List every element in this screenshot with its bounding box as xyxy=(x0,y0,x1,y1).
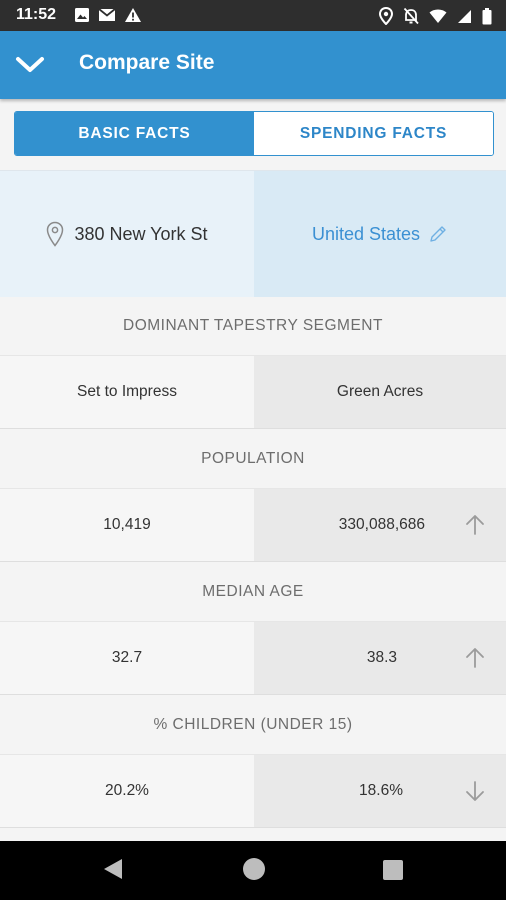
left-value: 20.2% xyxy=(0,755,254,827)
arrow-down-icon xyxy=(466,781,484,801)
data-row-tapestry: Set to Impress Green Acres xyxy=(0,355,506,429)
left-value: Set to Impress xyxy=(0,356,254,428)
comparison-site-selector[interactable]: United States xyxy=(254,171,506,297)
wifi-icon xyxy=(429,9,447,23)
site-address: 380 New York St xyxy=(74,223,208,244)
fact-tabs: BASIC FACTS SPENDING FACTS xyxy=(14,111,494,156)
location-icon xyxy=(379,7,393,25)
right-value: 38.3 xyxy=(366,649,397,666)
arrow-up-icon xyxy=(466,648,484,668)
right-cell: Green Acres xyxy=(254,356,506,428)
recents-icon[interactable] xyxy=(382,859,404,881)
pencil-icon[interactable] xyxy=(428,224,448,244)
system-nav-bar xyxy=(0,841,506,900)
right-cell: 330,088,686 xyxy=(254,489,506,561)
signal-icon xyxy=(458,9,471,23)
chevron-down-icon[interactable] xyxy=(14,51,46,79)
location-pin-icon xyxy=(47,221,64,247)
tab-spending-facts[interactable]: SPENDING FACTS xyxy=(254,112,493,155)
left-value: 32.7 xyxy=(0,622,254,694)
site-comparison-header: 380 New York St United States xyxy=(0,170,506,298)
home-icon[interactable] xyxy=(241,856,267,882)
section-label-children: % CHILDREN (UNDER 15) xyxy=(0,696,506,754)
section-label-median-age: MEDIAN AGE xyxy=(0,563,506,621)
left-value: 10,419 xyxy=(0,489,254,561)
section-label-tapestry: DOMINANT TAPESTRY SEGMENT xyxy=(0,297,506,355)
arrow-up-icon xyxy=(466,515,484,535)
data-row-population: 10,419 330,088,686 xyxy=(0,488,506,562)
battery-icon xyxy=(482,7,492,24)
back-icon[interactable] xyxy=(102,857,124,881)
comparison-site-name[interactable]: United States xyxy=(312,224,420,245)
section-label-population: POPULATION xyxy=(0,430,506,488)
notifications-off-icon xyxy=(403,7,419,25)
page-title: Compare Site xyxy=(79,51,215,74)
right-value: Green Acres xyxy=(336,383,424,400)
site-left: 380 New York St xyxy=(0,171,254,297)
app-bar: Compare Site xyxy=(0,31,506,99)
data-row-median-age: 32.7 38.3 xyxy=(0,621,506,695)
right-value: 18.6% xyxy=(359,782,403,799)
right-cell: 38.3 xyxy=(254,622,506,694)
status-time: 11:52 xyxy=(16,6,57,23)
right-value: 330,088,686 xyxy=(338,516,425,533)
warning-icon xyxy=(125,8,141,22)
status-bar: 11:52 xyxy=(0,0,506,31)
data-row-children: 20.2% 18.6% xyxy=(0,754,506,828)
image-icon xyxy=(75,8,89,22)
tab-basic-facts[interactable]: BASIC FACTS xyxy=(15,112,254,155)
gmail-icon xyxy=(98,8,116,21)
right-cell: 18.6% xyxy=(254,755,506,827)
